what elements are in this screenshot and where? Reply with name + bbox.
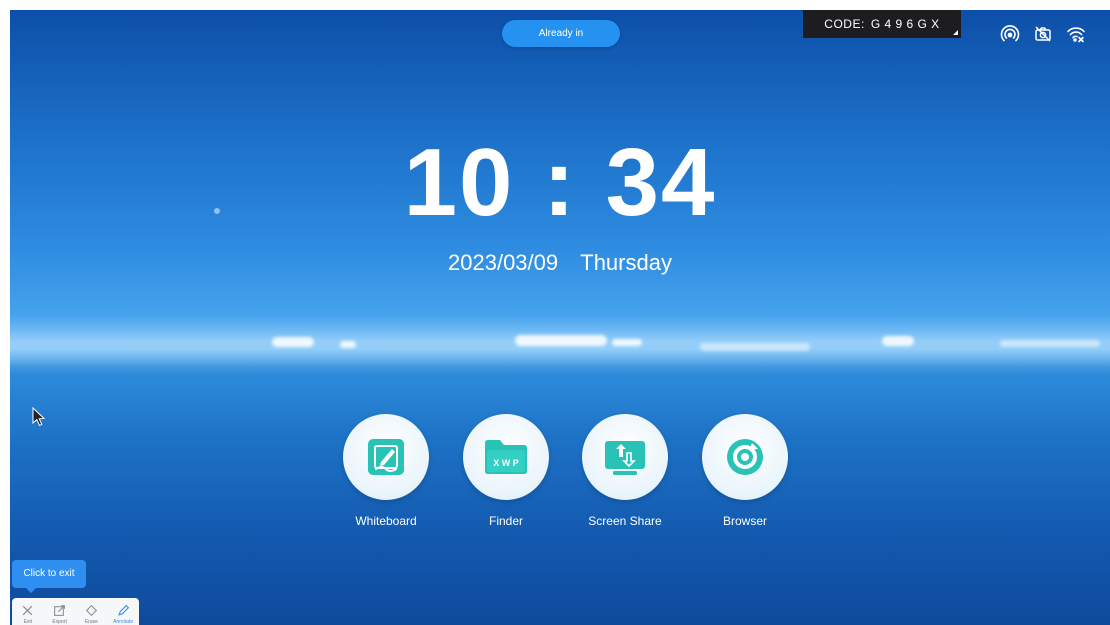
export-icon bbox=[54, 605, 66, 616]
eraser-icon bbox=[85, 604, 98, 617]
cloud bbox=[882, 336, 914, 346]
annotate-tool[interactable]: Annotate bbox=[110, 604, 136, 625]
status-icons bbox=[1000, 24, 1086, 44]
code-value: G 4 9 6 G X bbox=[870, 17, 940, 31]
app-browser[interactable]: Browser bbox=[700, 414, 790, 528]
tool-label: Erase bbox=[84, 619, 98, 625]
wifi-disconnected-icon[interactable] bbox=[1066, 24, 1086, 44]
whiteboard-pen-icon bbox=[368, 439, 404, 475]
clock-date-row: 2023/03/09 Thursday bbox=[10, 250, 1110, 276]
screen-share-icon bbox=[605, 441, 645, 475]
cloud bbox=[272, 337, 314, 347]
app-screen-share[interactable]: Screen Share bbox=[580, 414, 670, 528]
exit-tool[interactable]: Exit bbox=[15, 604, 41, 625]
code-display[interactable]: CODE: G 4 9 6 G X bbox=[803, 10, 961, 38]
app-label: Browser bbox=[722, 514, 767, 528]
app-finder[interactable]: X W P Finder bbox=[461, 414, 551, 528]
erase-tool[interactable]: Erase bbox=[78, 604, 104, 625]
cloud bbox=[612, 339, 642, 346]
already-in-button[interactable]: Already in bbox=[502, 20, 620, 47]
cloud bbox=[1000, 340, 1100, 347]
desktop-screen: Already in CODE: G 4 9 6 G X 10: 34 202… bbox=[10, 10, 1110, 625]
clock-date: 2023/03/09 bbox=[448, 250, 559, 275]
clock-weekday: Thursday bbox=[580, 250, 672, 275]
folder-icon-text: X W P bbox=[493, 458, 519, 468]
tool-label: Annotate bbox=[113, 619, 134, 625]
annotation-toolbar: Exit Export Erase Annotate bbox=[12, 598, 139, 625]
browser-icon bbox=[727, 439, 763, 475]
whiteboard-icon-circle[interactable] bbox=[343, 414, 429, 500]
clock-time: 10 : 34 bbox=[403, 129, 717, 236]
click-to-exit-tooltip[interactable]: Click to exit bbox=[12, 560, 86, 593]
app-label: Screen Share bbox=[588, 514, 662, 528]
screen-share-icon-circle[interactable] bbox=[582, 414, 668, 500]
code-label: CODE: bbox=[824, 17, 865, 31]
camera-off-icon[interactable] bbox=[1033, 24, 1053, 44]
export-tool[interactable]: Export bbox=[47, 604, 73, 625]
mouse-cursor-icon bbox=[32, 407, 46, 427]
pen-icon bbox=[117, 604, 129, 616]
folder-icon: X W P bbox=[485, 440, 527, 474]
tool-label: Export bbox=[52, 619, 67, 625]
cloud bbox=[515, 335, 607, 346]
corner-arrow-icon bbox=[953, 30, 958, 35]
close-icon bbox=[23, 605, 33, 616]
app-label: Finder bbox=[488, 514, 523, 528]
app-whiteboard[interactable]: Whiteboard bbox=[341, 414, 431, 528]
cloud bbox=[700, 343, 810, 351]
cloud bbox=[340, 341, 356, 348]
finder-icon-circle[interactable]: X W P bbox=[463, 414, 549, 500]
browser-icon-circle[interactable] bbox=[702, 414, 788, 500]
app-label: Whiteboard bbox=[355, 514, 417, 528]
tool-label: Exit bbox=[23, 619, 33, 625]
hotspot-icon[interactable] bbox=[1000, 24, 1020, 44]
